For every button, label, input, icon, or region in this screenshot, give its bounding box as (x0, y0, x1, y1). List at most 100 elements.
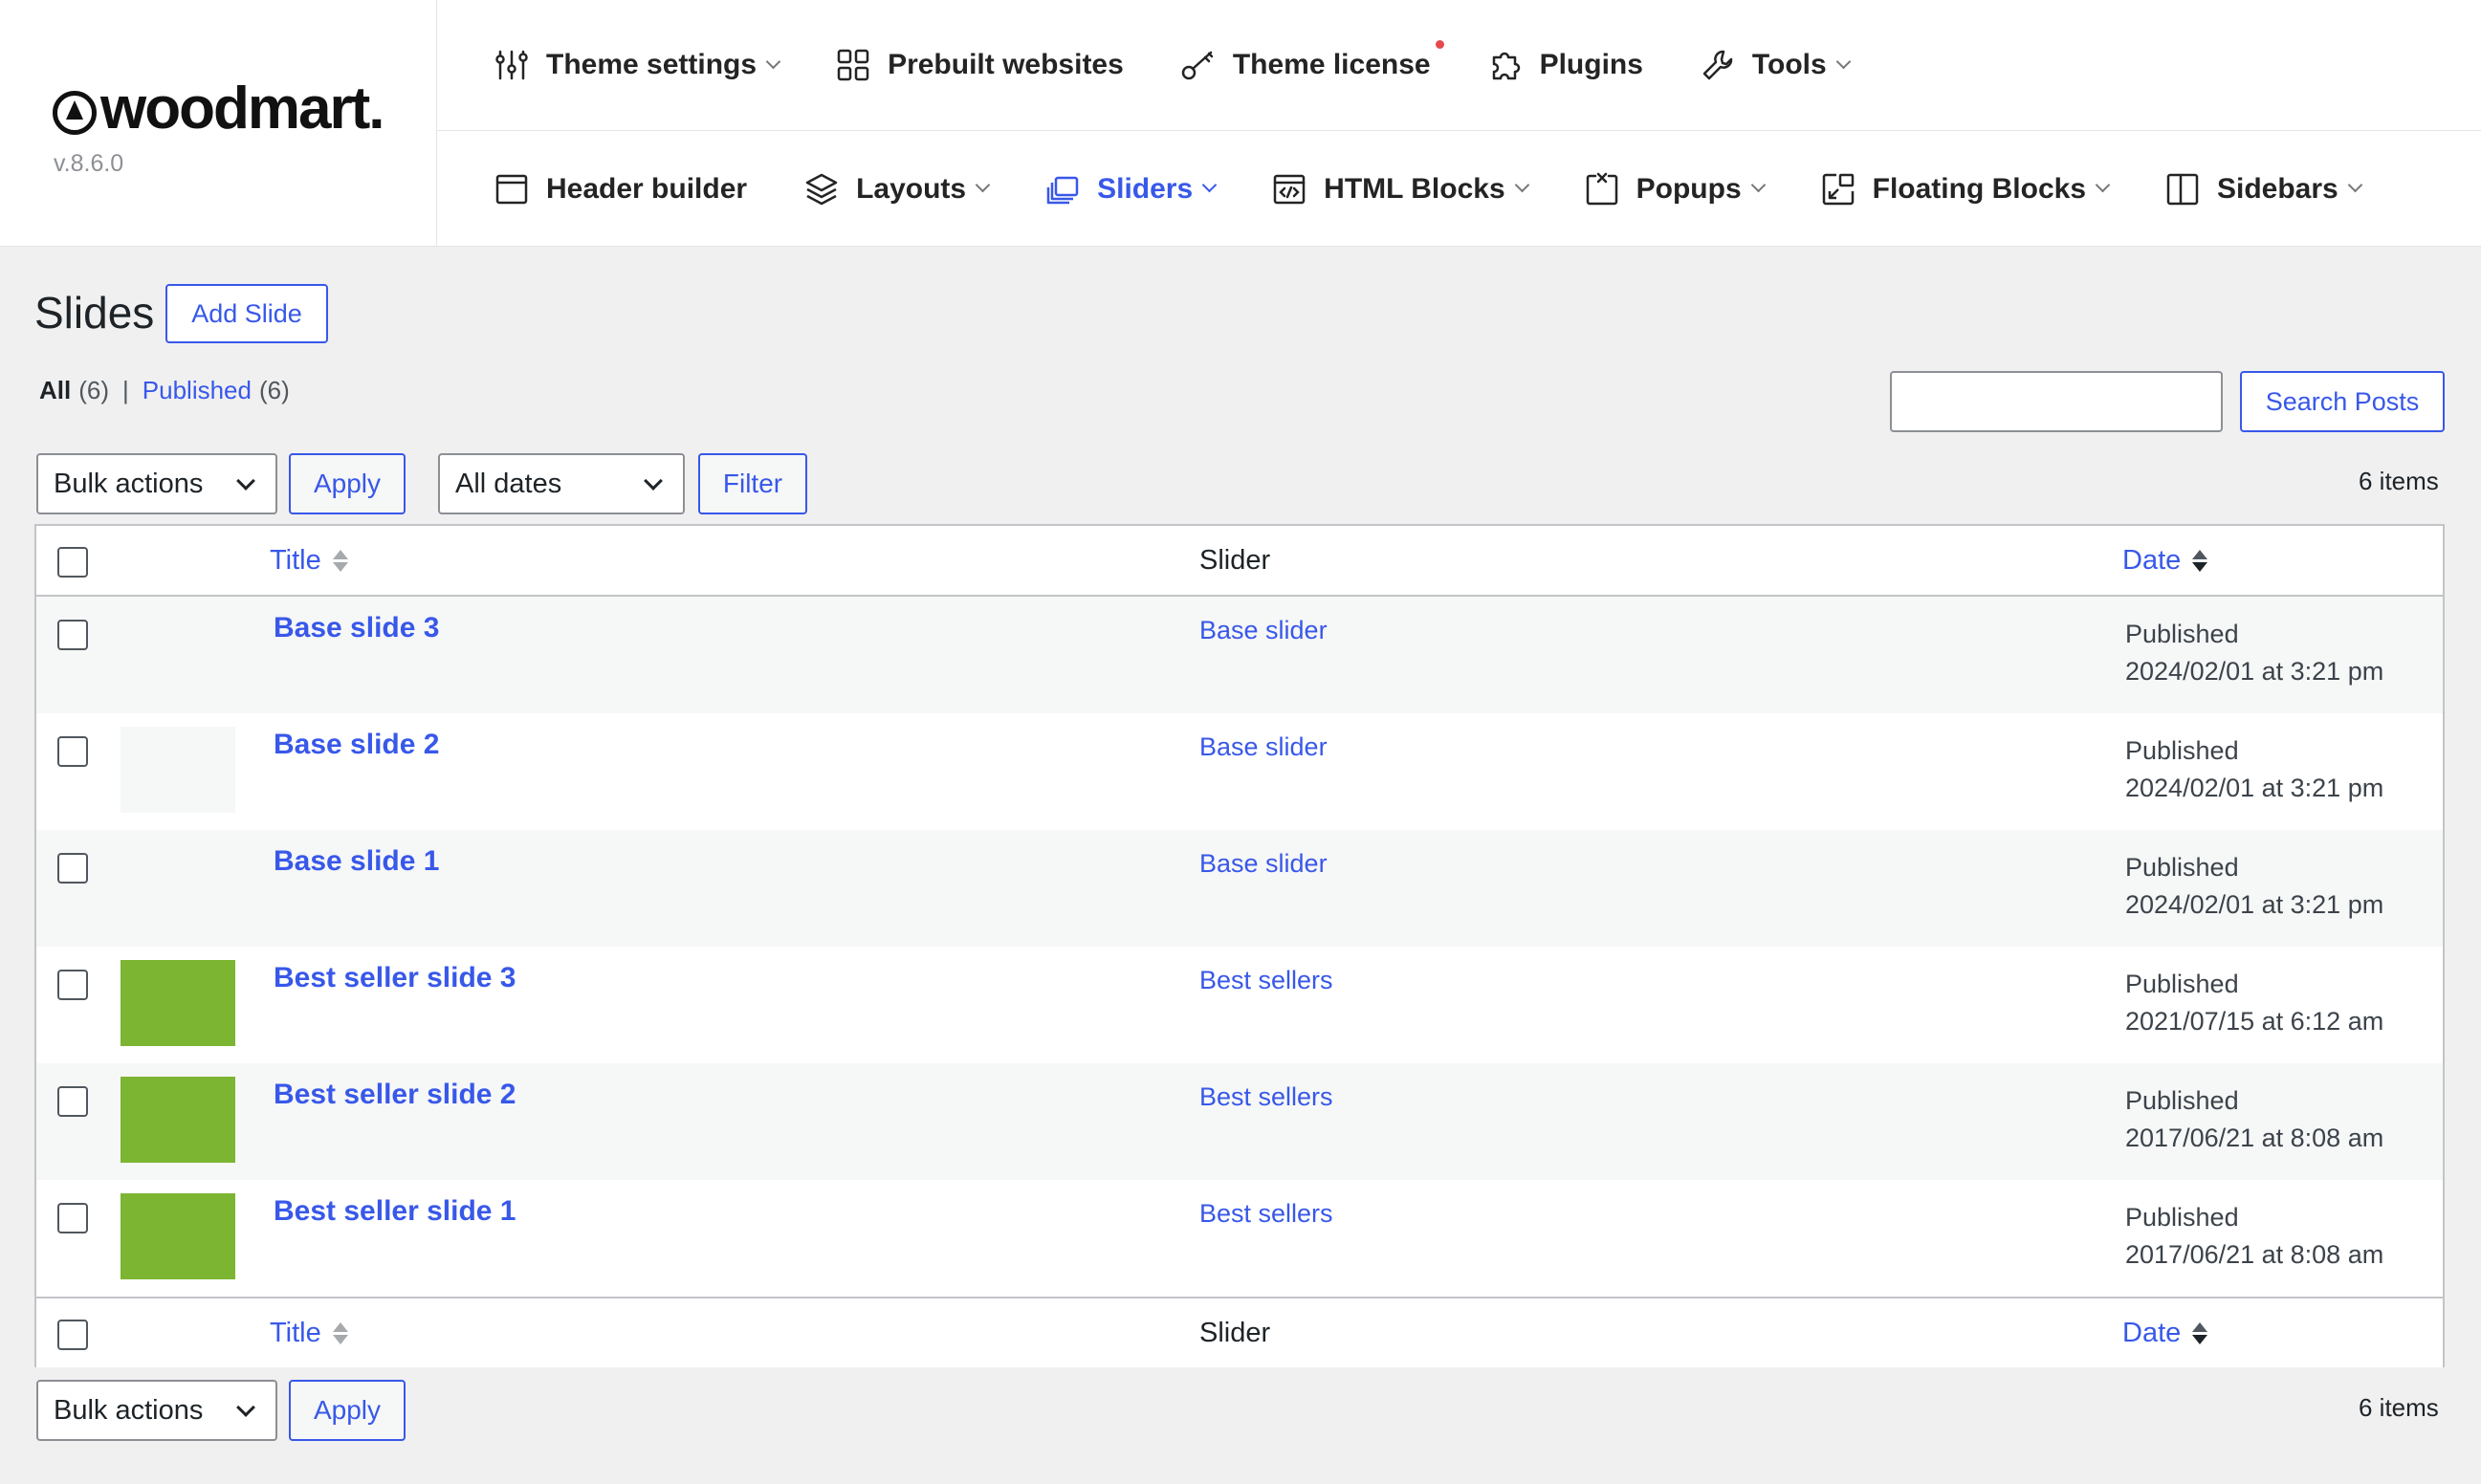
filter-published-link[interactable]: Published (143, 376, 252, 405)
select-value: All dates (455, 468, 562, 499)
nav-sidebars[interactable]: Sidebars (2163, 170, 2363, 208)
column-date-header[interactable]: Date (2122, 545, 2208, 577)
row-checkbox[interactable] (57, 736, 88, 767)
row-checkbox[interactable] (57, 853, 88, 884)
publish-status: Published (2125, 970, 2239, 998)
nav-label: Sliders (1097, 172, 1194, 205)
filter-all-link[interactable]: All (39, 376, 71, 405)
row-checkbox[interactable] (57, 1203, 88, 1233)
grid-icon (837, 49, 869, 81)
nav-label: Tools (1751, 49, 1827, 80)
nav-plugins[interactable]: Plugins (1486, 46, 1643, 84)
sidebar-icon (2166, 173, 2199, 205)
column-title-footer[interactable]: Title (270, 1318, 348, 1349)
slide-thumbnail[interactable] (121, 610, 235, 696)
slide-thumbnail[interactable] (121, 1077, 235, 1163)
nav-popups[interactable]: Popups (1583, 170, 1766, 208)
nav-header-builder[interactable]: Header builder (493, 170, 747, 208)
bulk-actions-select-bottom[interactable]: Bulk actions (36, 1380, 277, 1441)
nav-tools[interactable]: Tools (1699, 46, 1851, 84)
sort-desc-icon (2192, 550, 2208, 572)
select-all-checkbox-footer[interactable] (57, 1320, 88, 1350)
slider-link[interactable]: Best sellers (1199, 966, 1333, 995)
chevron-down-icon (1514, 177, 1529, 193)
row-checkbox[interactable] (57, 1086, 88, 1117)
bulk-actions-select[interactable]: Bulk actions (36, 453, 277, 514)
filter-button[interactable]: Filter (698, 453, 807, 514)
nav-label: Floating Blocks (1872, 172, 2086, 205)
chevron-down-icon (975, 177, 991, 193)
sort-icon (332, 1322, 348, 1344)
slide-thumbnail[interactable] (121, 960, 235, 1046)
secondary-nav: Header builder Layouts Sliders HTML Bloc… (437, 131, 2481, 247)
publish-status: Published (2125, 736, 2239, 765)
slider-link[interactable]: Base slider (1199, 849, 1328, 879)
column-slider-header: Slider (1199, 545, 1271, 576)
slider-link[interactable]: Base slider (1199, 732, 1328, 762)
nav-theme-settings[interactable]: Theme settings (493, 46, 781, 84)
chevron-down-icon (1750, 177, 1766, 193)
publish-date: 2021/07/15 at 6:12 am (2125, 1007, 2384, 1036)
date-cell: Published 2017/06/21 at 8:08 am (2125, 1082, 2383, 1157)
row-checkbox[interactable] (57, 970, 88, 1000)
row-checkbox[interactable] (57, 620, 88, 650)
apply-button-bottom[interactable]: Apply (289, 1380, 406, 1441)
nav-layouts[interactable]: Layouts (802, 170, 991, 208)
slide-title-link[interactable]: Base slide 1 (274, 845, 439, 878)
publish-date: 2017/06/21 at 8:08 am (2125, 1124, 2384, 1152)
column-label: Title (270, 545, 321, 576)
table-row: Base slide 1 Base slider Published 2024/02/… (36, 830, 2443, 947)
page-title: Slides (34, 288, 155, 338)
status-filter-links: All (6) | Published (6) (39, 376, 290, 405)
slide-title-link[interactable]: Best seller slide 1 (274, 1195, 516, 1228)
nav-sliders[interactable]: Sliders (1043, 170, 1218, 208)
chevron-down-icon (1201, 177, 1218, 193)
apply-button[interactable]: Apply (289, 453, 406, 514)
date-cell: Published 2024/02/01 at 3:21 pm (2125, 849, 2383, 924)
search-input[interactable] (1890, 371, 2223, 432)
logo-text: woodmart. (100, 76, 384, 142)
brand-panel: woodmart. v.8.6.0 (0, 0, 437, 247)
slider-link[interactable]: Best sellers (1199, 1082, 1333, 1112)
slides-table: Title Slider Date Base slide 3 Base slide… (34, 524, 2445, 1367)
column-date-footer[interactable]: Date (2122, 1318, 2208, 1349)
column-slider-footer: Slider (1199, 1318, 1271, 1348)
slider-link[interactable]: Base slider (1199, 616, 1328, 645)
table-row: Base slide 2 Base slider Published 2024/02/… (36, 713, 2443, 830)
nav-html-blocks[interactable]: HTML Blocks (1270, 170, 1529, 208)
nav-theme-license[interactable]: Theme license (1179, 40, 1444, 84)
dates-filter-select[interactable]: All dates (438, 453, 685, 514)
column-title-header[interactable]: Title (270, 545, 348, 577)
search-posts-button[interactable]: Search Posts (2240, 371, 2445, 432)
nav-label: Sidebars (2217, 172, 2338, 205)
nav-floating-blocks[interactable]: Floating Blocks (1819, 170, 2111, 208)
publish-date: 2024/02/01 at 3:21 pm (2125, 657, 2384, 686)
slide-title-link[interactable]: Base slide 3 (274, 612, 439, 644)
slide-thumbnail[interactable] (121, 843, 235, 929)
slide-thumbnail[interactable] (121, 727, 235, 813)
slide-title-link[interactable]: Best seller slide 2 (274, 1079, 516, 1111)
slide-thumbnail[interactable] (121, 1193, 235, 1279)
woodmart-logo[interactable]: woodmart. (53, 75, 384, 142)
filter-separator: | (122, 376, 129, 404)
publish-date: 2017/06/21 at 8:08 am (2125, 1240, 2384, 1269)
table-row: Best seller slide 3 Best sellers Published… (36, 947, 2443, 1063)
chevron-down-icon (644, 471, 663, 491)
sliders-icon (495, 50, 528, 80)
slider-link[interactable]: Best sellers (1199, 1199, 1333, 1229)
date-cell: Published 2017/06/21 at 8:08 am (2125, 1199, 2383, 1274)
table-row: Best seller slide 2 Best sellers Published… (36, 1063, 2443, 1180)
puzzle-icon (1492, 52, 1520, 80)
select-all-checkbox[interactable] (57, 547, 88, 578)
nav-prebuilt-websites[interactable]: Prebuilt websites (834, 46, 1124, 84)
chevron-down-icon (2095, 177, 2111, 193)
slide-title-link[interactable]: Best seller slide 3 (274, 962, 516, 994)
slides-icon (1046, 176, 1079, 204)
theme-top-bar: woodmart. v.8.6.0 Theme settings Prebuil… (0, 0, 2481, 247)
column-label: Date (2122, 545, 2182, 576)
filter-all-count: (6) (78, 376, 110, 404)
code-window-icon (1273, 174, 1306, 204)
tree-logo-icon (53, 90, 97, 135)
add-slide-button[interactable]: Add Slide (165, 284, 328, 343)
slide-title-link[interactable]: Base slide 2 (274, 729, 439, 761)
